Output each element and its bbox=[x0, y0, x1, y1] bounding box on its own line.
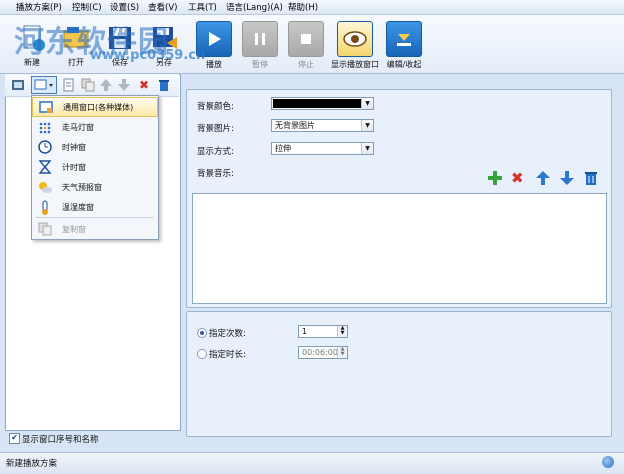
menu-item-label: 天气预报窗 bbox=[62, 182, 102, 192]
move-up-icon[interactable] bbox=[535, 170, 551, 186]
spinner-arrows-icon[interactable]: ▲ ▼ bbox=[337, 326, 347, 337]
eye-icon bbox=[337, 21, 373, 57]
times-label: 指定次数: bbox=[209, 329, 246, 339]
menu-separator bbox=[36, 217, 154, 218]
edit-collapse-icon bbox=[386, 21, 422, 57]
toolbar: 新建 打开 保存 另存 播放 暂停 停止 显示播放窗口 编辑/收起 河东软件园 … bbox=[0, 15, 624, 74]
pause-icon bbox=[242, 21, 278, 57]
menu-item-marquee[interactable]: 走马灯窗 bbox=[32, 117, 158, 137]
globe-icon bbox=[602, 456, 614, 468]
add-window-menu: 通用窗口(各种媒体) 走马灯窗 时钟窗 计时窗 天气预报窗 温湿度窗 复制窗 bbox=[31, 95, 159, 240]
menu-item-copy-window[interactable]: 复制窗 bbox=[32, 219, 158, 239]
display-mode-label: 显示方式: bbox=[197, 147, 234, 157]
background-music-label: 背景音乐: bbox=[197, 169, 234, 179]
trash-icon[interactable] bbox=[157, 78, 171, 92]
general-window-icon bbox=[37, 99, 55, 115]
edit-collapse-button[interactable]: 编辑/收起 bbox=[376, 21, 432, 73]
move-down-icon[interactable] bbox=[559, 170, 575, 186]
spinner-arrows-icon[interactable]: ▲ ▼ bbox=[337, 347, 347, 358]
document-icon[interactable] bbox=[61, 78, 75, 92]
menu-item-label: 走马灯窗 bbox=[62, 122, 94, 132]
menu-item-label: 时钟窗 bbox=[62, 142, 86, 152]
menu-item-general-window[interactable]: 通用窗口(各种媒体) bbox=[32, 97, 158, 117]
show-window-index-checkbox[interactable]: ✔ bbox=[9, 433, 20, 444]
background-image-value: 无背景图片 bbox=[275, 121, 315, 130]
menu-item-timer[interactable]: 计时窗 bbox=[32, 157, 158, 177]
background-color-label: 背景颜色: bbox=[197, 102, 234, 112]
menu-item-thermometer[interactable]: 温湿度窗 bbox=[32, 197, 158, 217]
trash-icon[interactable] bbox=[583, 170, 599, 186]
status-text: 新建播放方案 bbox=[6, 459, 58, 469]
watermark-url: www.pc0359.cn bbox=[90, 48, 206, 63]
display-mode-select[interactable]: 拉伸 ▼ bbox=[271, 142, 374, 155]
menu-help[interactable]: 帮助(H) bbox=[288, 1, 318, 13]
background-image-label: 背景图片: bbox=[197, 124, 234, 134]
menu-tools[interactable]: 工具(T) bbox=[188, 1, 217, 13]
times-radio[interactable] bbox=[197, 328, 207, 338]
menu-control[interactable]: 控制(C) bbox=[72, 1, 102, 13]
duration-spinbox[interactable]: 00:06:00 ▲ ▼ bbox=[298, 346, 348, 359]
add-window-dropdown-button[interactable] bbox=[31, 76, 57, 94]
add-icon[interactable] bbox=[487, 170, 503, 186]
left-toolbar: ✖ bbox=[5, 74, 179, 97]
menu-item-weather[interactable]: 天气预报窗 bbox=[32, 177, 158, 197]
copy-icon[interactable] bbox=[81, 78, 95, 92]
menu-item-label: 通用窗口(各种媒体) bbox=[63, 102, 134, 112]
chevron-down-icon: ▼ bbox=[361, 98, 373, 109]
thermometer-icon bbox=[36, 199, 54, 215]
playback-settings-group: 指定次数: 1 ▲ ▼ 指定时长: 00:06:00 ▲ ▼ bbox=[186, 311, 612, 437]
menu-language[interactable]: 语言(Lang)(A) bbox=[226, 1, 283, 13]
menu-item-clock[interactable]: 时钟窗 bbox=[32, 137, 158, 157]
menu-settings[interactable]: 设置(S) bbox=[110, 1, 139, 13]
stop-icon bbox=[288, 21, 324, 57]
menu-item-label: 温湿度窗 bbox=[62, 202, 94, 212]
status-bar: 新建播放方案 bbox=[0, 452, 624, 474]
menu-item-label: 复制窗 bbox=[62, 224, 86, 234]
menu-item-label: 计时窗 bbox=[62, 162, 86, 172]
display-mode-value: 拉伸 bbox=[275, 144, 291, 153]
background-color-picker[interactable]: ▼ bbox=[271, 97, 374, 110]
menu-play-scheme[interactable]: 播放方案(P) bbox=[16, 1, 62, 13]
background-music-list[interactable] bbox=[192, 193, 607, 304]
background-image-select[interactable]: 无背景图片 ▼ bbox=[271, 119, 374, 132]
background-color-swatch bbox=[273, 99, 361, 108]
move-down-icon[interactable] bbox=[117, 78, 131, 92]
move-up-icon[interactable] bbox=[99, 78, 113, 92]
times-value: 1 bbox=[302, 327, 308, 336]
duration-value: 00:06:00 bbox=[302, 348, 338, 357]
chevron-down-icon: ▼ bbox=[361, 120, 373, 131]
duration-radio[interactable] bbox=[197, 349, 207, 359]
background-settings-group: 背景颜色: ▼ 背景图片: 无背景图片 ▼ 显示方式: 拉伸 ▼ 背景音乐: ✖ bbox=[186, 89, 612, 308]
copy-icon bbox=[36, 221, 54, 237]
delete-icon[interactable]: ✖ bbox=[137, 78, 151, 92]
edit-collapse-label: 编辑/收起 bbox=[386, 60, 422, 69]
duration-label: 指定时长: bbox=[209, 350, 246, 360]
show-window-index-label: 显示窗口序号和名称 bbox=[22, 435, 99, 445]
film-icon[interactable] bbox=[11, 78, 25, 92]
marquee-icon bbox=[36, 119, 54, 135]
menu-view[interactable]: 查看(V) bbox=[148, 1, 177, 13]
delete-icon[interactable]: ✖ bbox=[511, 170, 527, 186]
chevron-down-icon: ▼ bbox=[361, 143, 373, 154]
hourglass-icon bbox=[36, 159, 54, 175]
weather-icon bbox=[36, 179, 54, 195]
times-spinbox[interactable]: 1 ▲ ▼ bbox=[298, 325, 348, 338]
menu-bar: 播放方案(P) 控制(C) 设置(S) 查看(V) 工具(T) 语言(Lang)… bbox=[0, 0, 624, 15]
clock-icon bbox=[36, 139, 54, 155]
